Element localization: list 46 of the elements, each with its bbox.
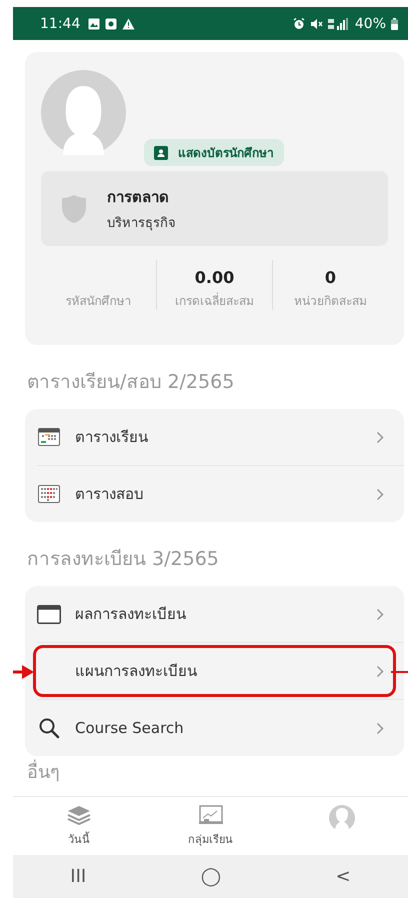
clock-time: 11:44: [40, 16, 80, 32]
stat-label: รหัสนักศึกษา: [66, 293, 132, 310]
stat-value: 0: [324, 268, 336, 287]
mute-icon: [310, 18, 323, 30]
layers-icon: [66, 805, 91, 825]
shield-icon: [61, 194, 87, 224]
calendar-icon: [38, 428, 60, 446]
chevron-right-icon: [376, 608, 384, 620]
menu-item[interactable]: ผลการลงทะเบียน: [37, 586, 404, 642]
avatar-icon: [41, 70, 126, 155]
major-name: การตลาด: [107, 186, 170, 208]
leader-line: [391, 671, 408, 673]
section-title: ตารางเรียน/สอบ 2/2565: [27, 370, 236, 395]
chevron-right-icon: [376, 664, 384, 678]
search-icon: [38, 718, 60, 738]
id-card-icon: [154, 146, 168, 160]
menu-item[interactable]: Course Search: [37, 699, 404, 756]
chevron-right-icon: [376, 488, 384, 500]
image-icon: [88, 18, 100, 30]
stat-label: เกรดเฉลี่ยสะสม: [175, 292, 254, 310]
nav-tab[interactable]: วันนี้: [13, 797, 145, 855]
profile-tab-icon[interactable]: [329, 805, 356, 831]
battery-level: 40%: [354, 16, 386, 32]
chevron-right-icon: [376, 430, 384, 444]
window-icon: [37, 604, 61, 624]
menu-item[interactable]: ตารางเรียน: [37, 409, 404, 465]
stat-value: 0.00: [194, 268, 234, 287]
signal-icon: [328, 18, 350, 30]
back-button[interactable]: <: [326, 862, 361, 891]
faculty-name: บริหารธุรกิจ: [107, 214, 176, 232]
chart-icon: [198, 805, 222, 825]
warning-icon: [122, 18, 136, 30]
battery-icon: [391, 18, 398, 30]
section-title: อื่นๆ: [27, 762, 404, 784]
recent-apps-button[interactable]: III: [60, 862, 96, 891]
stat-label: หน่วยกิตสะสม: [294, 293, 367, 310]
chevron-right-icon: [376, 722, 384, 734]
section-title: การลงทะเบียน 3/2565: [27, 547, 220, 572]
record-icon: [105, 18, 118, 30]
menu-item[interactable]: ตารางสอบ: [37, 465, 404, 522]
home-button[interactable]: ◯: [190, 862, 231, 891]
student-card-button[interactable]: แสดงบัตรนักศึกษา: [144, 139, 284, 166]
alarm-icon: [292, 18, 305, 30]
nav-tab[interactable]: กลุ่มเรียน: [144, 797, 276, 855]
menu-item[interactable]: แผนการลงทะเบียน: [37, 642, 404, 699]
calendar-icon: [38, 485, 60, 503]
